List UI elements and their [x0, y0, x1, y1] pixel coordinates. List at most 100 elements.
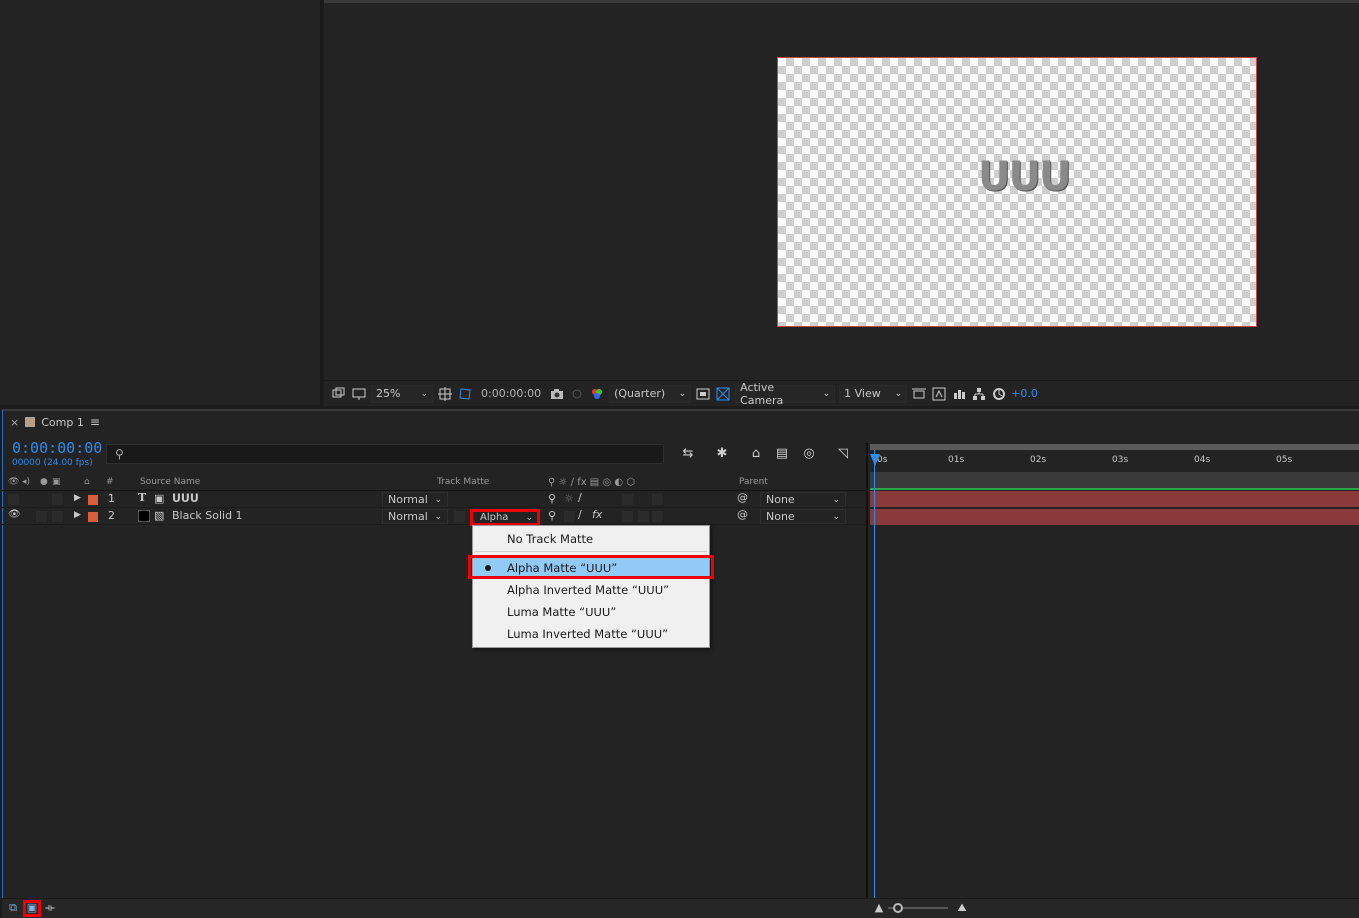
- expand-arrow-icon[interactable]: ▶: [74, 510, 81, 520]
- resolution-dropdown[interactable]: (Quarter) ⌄: [609, 384, 692, 403]
- exposure-value[interactable]: +0.0: [1011, 387, 1038, 400]
- tab-comp-1[interactable]: × Comp 1 ≡: [10, 413, 100, 431]
- switches-header-icons[interactable]: ⚲ ☼ ∕ fx ▤ ◎ ◐ ⬡: [548, 477, 635, 488]
- panel-divider[interactable]: [866, 443, 868, 918]
- lock-header-icon[interactable]: ▣: [52, 477, 61, 487]
- parent-column-header[interactable]: Parent: [739, 477, 768, 487]
- frame-blend-switch[interactable]: [622, 511, 633, 522]
- number-column-header[interactable]: #: [106, 477, 114, 487]
- adjustment-switch[interactable]: [622, 494, 633, 505]
- expand-arrow-icon[interactable]: ▶: [74, 493, 81, 503]
- menu-item-luma-inverted-matte[interactable]: Luma Inverted Matte “ᑌᑌᑌ”: [473, 624, 709, 644]
- effects-switch-icon[interactable]: fx: [592, 508, 602, 521]
- layer-duration-bar-1[interactable]: [870, 491, 1359, 507]
- monitor-icon[interactable]: [352, 387, 366, 401]
- color-channels-icon[interactable]: [590, 387, 604, 401]
- parent-dropdown[interactable]: None ⌄: [760, 509, 846, 524]
- current-time-indicator-head[interactable]: [870, 454, 880, 466]
- view-layout-dropdown[interactable]: 1 View ⌄: [839, 384, 908, 403]
- layer-switches-toggle-icon[interactable]: ⧉: [6, 901, 20, 915]
- transparency-grid-icon[interactable]: [716, 387, 730, 401]
- hide-shy-layers-icon[interactable]: ⌂: [748, 446, 764, 462]
- parent-dropdown[interactable]: None ⌄: [760, 492, 846, 507]
- shy-switch-icon[interactable]: ⚲: [548, 509, 556, 522]
- quality-switch-icon[interactable]: ∕: [578, 491, 582, 504]
- menu-item-alpha-inverted-matte[interactable]: Alpha Inverted Matte “ᑌᑌᑌ”: [473, 580, 709, 600]
- pick-whip-icon[interactable]: @: [737, 491, 748, 504]
- video-switch-header-icon[interactable]: 👁: [8, 477, 19, 487]
- solo-header-icon[interactable]: ●: [40, 477, 48, 487]
- grid-guides-icon[interactable]: [438, 386, 452, 401]
- fast-previews-icon[interactable]: [932, 387, 946, 401]
- reset-exposure-icon[interactable]: [992, 387, 1006, 401]
- menu-item-no-track-matte[interactable]: No Track Matte: [473, 529, 709, 549]
- camera-view-dropdown[interactable]: Active Camera ⌄: [735, 381, 836, 407]
- track-matte-dropdown[interactable]: Alpha ⌄: [470, 509, 540, 526]
- 3d-layer-switch[interactable]: [652, 511, 663, 522]
- current-time-display[interactable]: 0:00:00:00: [12, 439, 102, 457]
- timeline-track-area[interactable]: [870, 525, 1359, 898]
- work-area-bar[interactable]: [870, 472, 1359, 488]
- lock-switch[interactable]: [52, 494, 63, 505]
- view-layout-value: 1 View: [844, 387, 881, 400]
- blend-mode-dropdown[interactable]: Normal ⌄: [382, 492, 448, 507]
- layer-row-1[interactable]: ▶ 1 T ▣ ᑌᑌᑌ Normal ⌄ ⚲ ☼ ∕ @ None ⌄: [2, 491, 866, 508]
- zoom-slider-knob[interactable]: [893, 903, 903, 913]
- blend-mode-dropdown[interactable]: Normal ⌄: [382, 509, 448, 524]
- flowchart-icon[interactable]: [972, 387, 986, 401]
- quality-switch-icon[interactable]: ∕: [578, 508, 582, 521]
- composition-mini-flowchart-icon[interactable]: ⇆: [680, 446, 696, 462]
- comp-canvas[interactable]: ᑌᑌᑌ: [777, 57, 1257, 327]
- eye-icon[interactable]: 👁: [8, 509, 21, 520]
- pixel-aspect-icon[interactable]: [912, 387, 927, 401]
- preserve-transparency-switch[interactable]: [454, 511, 465, 522]
- draft-3d-icon[interactable]: ✱: [714, 446, 730, 462]
- motion-blur-icon[interactable]: ◎: [801, 446, 817, 462]
- layer-name[interactable]: Black Solid 1: [172, 509, 243, 522]
- layer-label-color[interactable]: [88, 512, 98, 522]
- collapse-switch[interactable]: [564, 511, 575, 522]
- layer-duration-bar-2[interactable]: [870, 509, 1359, 525]
- graph-editor-icon[interactable]: ◹: [835, 446, 851, 462]
- source-name-column-header[interactable]: Source Name: [140, 477, 200, 487]
- motion-blur-switch[interactable]: [638, 511, 649, 522]
- layer-label-color[interactable]: [88, 495, 98, 505]
- 3d-layer-switch[interactable]: [652, 494, 663, 505]
- menu-item-luma-matte[interactable]: Luma Matte “ᑌᑌᑌ”: [473, 602, 709, 622]
- layer-column-header: 👁 ◂) ● ▣ ⌂ # Source Name Track Matte ⚲ ☼…: [2, 475, 866, 491]
- track-matte-column-header[interactable]: Track Matte: [437, 477, 489, 487]
- panel-menu-icon[interactable]: ≡: [90, 415, 100, 429]
- zoom-out-icon[interactable]: ▲: [872, 901, 886, 915]
- shy-switch-icon[interactable]: ⚲: [548, 492, 556, 505]
- ruler-tick-label: 01s: [948, 455, 965, 465]
- zoom-in-icon[interactable]: ⛰: [955, 901, 969, 915]
- video-switch[interactable]: [8, 494, 19, 505]
- menu-separator: [475, 551, 707, 552]
- always-preview-icon[interactable]: [332, 387, 346, 401]
- frame-blending-icon[interactable]: ▤: [774, 446, 790, 462]
- pick-whip-icon[interactable]: @: [737, 508, 748, 521]
- lock-switch[interactable]: [52, 511, 63, 522]
- layer-name[interactable]: ᑌᑌᑌ: [172, 492, 199, 505]
- chevron-down-icon: ⌄: [434, 494, 442, 505]
- layer-search-input[interactable]: ⚲: [106, 444, 664, 464]
- magnification-value: 25%: [376, 387, 401, 400]
- viewer-timecode[interactable]: 0:00:00:00: [481, 387, 541, 400]
- audio-switch-header-icon[interactable]: ◂): [22, 477, 30, 487]
- current-time-indicator-line[interactable]: [874, 450, 875, 900]
- parent-value: None: [766, 493, 795, 506]
- timeline-toggle-icon[interactable]: [952, 387, 966, 401]
- camera-snapshot-icon[interactable]: [550, 387, 564, 401]
- region-of-interest-icon[interactable]: [696, 387, 710, 401]
- mask-visibility-icon[interactable]: [458, 387, 472, 401]
- close-icon[interactable]: ×: [10, 416, 19, 429]
- layer-row-2[interactable]: 👁 ▶ 2 ▧ Black Solid 1 Normal ⌄ ⚲ ∕ fx @ …: [2, 508, 866, 525]
- magnification-dropdown[interactable]: 25% ⌄: [371, 384, 433, 403]
- collapse-switch-icon[interactable]: ☼: [564, 492, 574, 505]
- show-snapshot-icon[interactable]: [570, 387, 584, 401]
- layer-number: 1: [108, 492, 115, 505]
- time-navigator[interactable]: [870, 444, 1359, 450]
- solo-switch[interactable]: [36, 511, 47, 522]
- label-header-icon[interactable]: ⌂: [84, 477, 90, 487]
- in-out-toggle-icon[interactable]: ⟛: [43, 901, 57, 915]
